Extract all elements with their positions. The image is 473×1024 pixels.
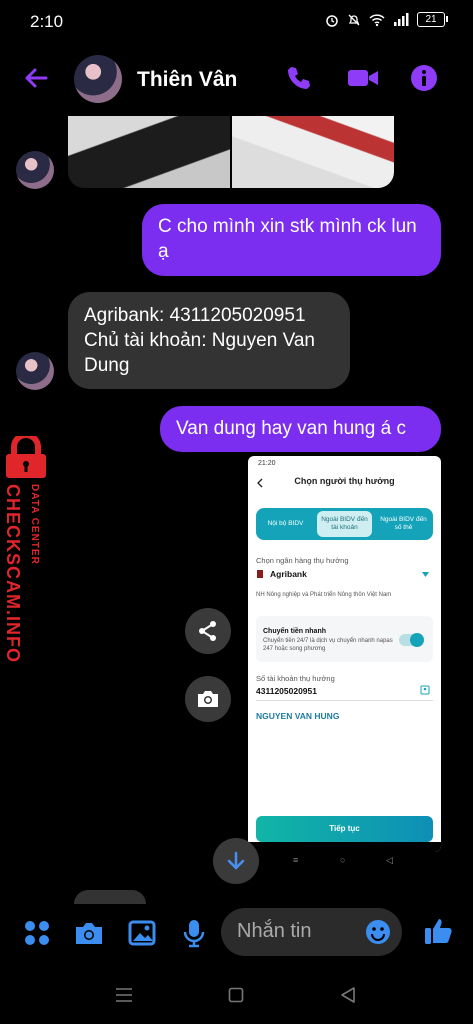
emoji-icon[interactable] [365, 919, 391, 945]
status-time: 2:10 [30, 12, 64, 31]
message-input[interactable]: Nhắn tin [221, 908, 402, 956]
screenshot-bottom-nav: ≡ ○ ◁ [248, 852, 441, 872]
message-input-placeholder: Nhắn tin [237, 920, 312, 942]
menu-glyph-icon: ≡ [293, 855, 299, 865]
system-nav-bar [0, 964, 473, 1024]
divider [256, 700, 433, 701]
watermark-text-main: CHECKSCAM.INFO [3, 484, 23, 663]
thumbs-up-icon[interactable] [423, 916, 453, 946]
fast-transfer-desc: Chuyển tiền 24/7 là dịch vụ chuyển nhanh… [263, 638, 393, 652]
bank-value: Agribank [270, 569, 307, 579]
chat-header: Thiên Vân [0, 42, 473, 116]
sender-avatar[interactable] [16, 352, 54, 390]
screenshot-title: Chọn người thụ hưởng [294, 476, 395, 486]
screenshot-tab-selected: Ngoài BIDV đến tài khoản [317, 511, 372, 537]
fast-transfer-box: Chuyển tiền nhanh Chuyển tiền 24/7 là dị… [256, 616, 433, 662]
screenshot-status-bar: 21:20 [248, 456, 441, 470]
screenshot-continue-button: Tiếp tục [256, 816, 433, 842]
battery-icon: 21 [417, 12, 448, 27]
screenshot-tab: Ngoài BIDV đến số thẻ [380, 516, 427, 531]
account-name: NGUYEN VAN HUNG [256, 711, 340, 721]
back-arrow-icon[interactable] [22, 64, 50, 92]
agribank-logo-icon [257, 570, 263, 578]
recents-icon[interactable] [115, 987, 133, 1003]
shared-photo[interactable] [232, 116, 394, 188]
shared-photo[interactable] [68, 116, 230, 188]
contacts-icon [420, 685, 430, 695]
shared-screenshot[interactable]: 21:20 Chọn người thụ hưởng Nội bộ BIDV N… [248, 456, 441, 852]
status-bar: 2:10 21 [0, 0, 473, 42]
watermark-text-sub: DATA CENTER [29, 484, 40, 565]
account-label: Số tài khoản thụ hưởng [256, 674, 335, 683]
mute-bell-icon [348, 14, 360, 25]
camera-icon[interactable] [74, 920, 104, 946]
screenshot-time: 21:20 [258, 460, 276, 467]
message-bubble-outgoing[interactable]: C cho mình xin stk mình ck lun ạ [142, 204, 441, 276]
screenshot-tabs: Nội bộ BIDV Ngoài BIDV đến tài khoản Ngo… [256, 508, 433, 540]
bank-label: Chọn ngân hàng thụ hưởng [256, 556, 349, 565]
home-glyph-icon: ○ [340, 855, 346, 865]
dropdown-caret-icon [422, 572, 429, 577]
status-icons: 21 [325, 12, 448, 27]
screenshot-nav-bar [248, 842, 441, 852]
share-button[interactable] [185, 608, 231, 654]
fast-transfer-toggle [399, 633, 424, 647]
apps-grid-icon[interactable] [24, 920, 50, 946]
bank-full-name: NH Nông nghiệp và Phát triển Nông thôn V… [256, 592, 392, 598]
fast-transfer-title: Chuyển tiền nhanh [263, 628, 326, 635]
video-call-icon[interactable] [346, 64, 380, 92]
back-icon[interactable] [340, 986, 356, 1004]
sender-avatar[interactable] [16, 151, 54, 189]
message-bubble-incoming[interactable]: Agribank: 4311205020951 Chủ tài khoản: N… [68, 292, 350, 389]
camera-icon [198, 691, 218, 707]
alarm-icon [326, 14, 338, 27]
lock-icon [6, 436, 46, 478]
back-glyph-icon: ◁ [386, 855, 393, 865]
wifi-icon [369, 13, 385, 26]
watermark: CHECKSCAM.INFO DATA CENTER [2, 436, 52, 666]
camera-edit-button[interactable] [185, 676, 231, 722]
screenshot-tab: Nội bộ BIDV [267, 520, 304, 527]
share-icon [199, 621, 216, 641]
home-icon[interactable] [228, 987, 244, 1003]
contact-avatar[interactable] [74, 55, 122, 103]
signal-icon [394, 12, 409, 26]
microphone-icon[interactable] [182, 918, 206, 948]
info-icon[interactable] [410, 64, 438, 92]
phone-icon[interactable] [285, 64, 313, 92]
gallery-icon[interactable] [128, 920, 156, 946]
account-value: 4311205020951 [256, 686, 317, 696]
contact-name[interactable]: Thiên Vân [137, 68, 237, 92]
arrow-down-icon [227, 851, 245, 870]
message-bubble-outgoing[interactable]: Van dung hay van hung á c [160, 406, 441, 452]
